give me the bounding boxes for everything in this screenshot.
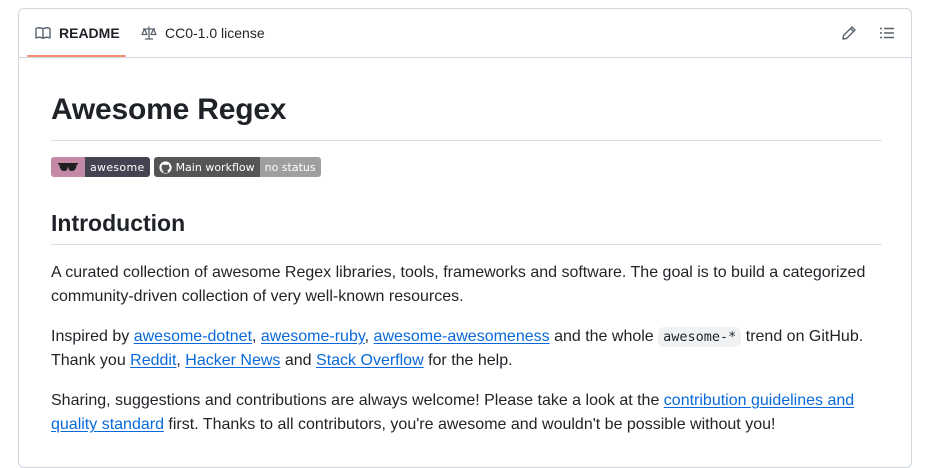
link-awesome-dotnet[interactable]: awesome-dotnet: [134, 328, 252, 345]
law-scale-icon: [141, 26, 157, 40]
inline-code: awesome-*: [658, 327, 742, 347]
readme-card: README CC0-1.0 license Awesome Regex awe…: [18, 8, 912, 468]
link-awesome-awesomeness[interactable]: awesome-awesomeness: [374, 328, 550, 345]
tab-license-label: CC0-1.0 license: [165, 25, 265, 41]
active-tab-indicator: [27, 55, 126, 57]
link-awesome-ruby[interactable]: awesome-ruby: [261, 328, 365, 345]
tab-readme-label: README: [59, 25, 120, 41]
github-mark-icon: [158, 160, 172, 174]
text-span: ,: [252, 328, 261, 345]
outline-button[interactable]: [877, 23, 897, 43]
text-span: first. Thanks to all contributors, you'r…: [163, 416, 776, 433]
awesome-badge-label: awesome: [85, 157, 150, 177]
link-reddit[interactable]: Reddit: [130, 352, 176, 369]
intro-paragraph: A curated collection of awesome Regex li…: [51, 264, 866, 305]
workflow-badge-label: Main workflow: [175, 160, 255, 174]
badge-row: awesome Main workflow no status: [51, 157, 321, 177]
workflow-badge-status: no status: [259, 157, 321, 177]
workflow-badge-left: Main workflow: [153, 157, 260, 177]
link-stack-overflow[interactable]: Stack Overflow: [316, 352, 424, 369]
awesome-badge-icon-segment: [51, 157, 85, 177]
workflow-status-badge[interactable]: Main workflow no status: [153, 157, 321, 177]
contributions-paragraph: Sharing, suggestions and contributions a…: [51, 389, 882, 437]
sunglasses-icon: [58, 163, 78, 171]
readme-title: Awesome Regex: [51, 93, 287, 126]
introduction-divider: [51, 244, 882, 245]
readme-tabbar: README CC0-1.0 license: [19, 9, 911, 58]
text-span: Sharing, suggestions and contributions a…: [51, 392, 664, 409]
tab-license[interactable]: CC0-1.0 license: [141, 9, 265, 57]
text-span: ,: [364, 328, 374, 345]
link-hacker-news[interactable]: Hacker News: [185, 352, 280, 369]
inspired-paragraph: Inspired by awesome-dotnet, awesome-ruby…: [51, 325, 882, 373]
tab-readme[interactable]: README: [35, 9, 120, 57]
book-icon: [35, 27, 51, 39]
text-span: Inspired by: [51, 328, 134, 345]
awesome-badge[interactable]: awesome: [51, 157, 150, 177]
list-unordered-icon: [880, 27, 894, 39]
introduction-heading: Introduction: [51, 210, 186, 236]
title-divider: [51, 140, 882, 141]
text-span: ,: [176, 352, 186, 369]
text-span: and: [280, 352, 317, 369]
text-span: for the help.: [423, 352, 513, 369]
edit-file-button[interactable]: [839, 23, 859, 43]
pencil-icon: [842, 26, 856, 40]
text-span: and the whole: [549, 328, 659, 345]
